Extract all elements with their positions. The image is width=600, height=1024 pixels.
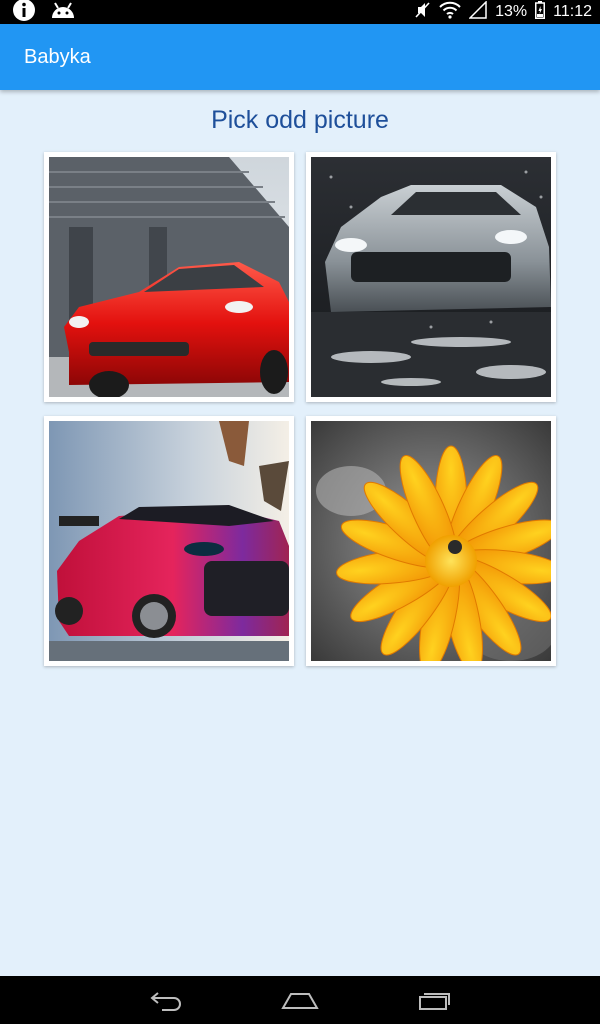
info-icon — [12, 0, 36, 27]
app-title: Babyka — [24, 45, 91, 68]
picture-card-orange-flower[interactable] — [306, 416, 556, 666]
app-bar: Babyka — [0, 24, 600, 90]
status-bar: 13% 11:12 — [0, 0, 600, 24]
back-button[interactable] — [144, 980, 188, 1020]
picture-card-silver-car[interactable] — [306, 152, 556, 402]
home-icon — [281, 993, 319, 1009]
recent-apps-button[interactable] — [412, 980, 456, 1020]
battery-percent: 13% — [495, 3, 528, 20]
clock: 11:12 — [553, 3, 592, 20]
recent-apps-icon — [419, 993, 450, 1010]
android-icon — [50, 0, 76, 25]
silver-car-image — [311, 157, 551, 397]
orange-flower-image — [311, 421, 551, 661]
picture-card-red-car[interactable] — [44, 152, 294, 402]
wifi-icon — [439, 1, 461, 24]
mute-icon — [415, 1, 431, 24]
red-car-image — [49, 157, 289, 397]
battery-icon — [535, 0, 546, 24]
prompt-text: Pick odd picture — [211, 106, 389, 134]
navigation-bar — [0, 976, 600, 1024]
picture-card-magenta-car[interactable] — [44, 416, 294, 666]
magenta-car-image — [49, 421, 289, 661]
home-button[interactable] — [278, 980, 322, 1020]
back-icon — [150, 992, 181, 1011]
signal-icon — [468, 0, 487, 24]
